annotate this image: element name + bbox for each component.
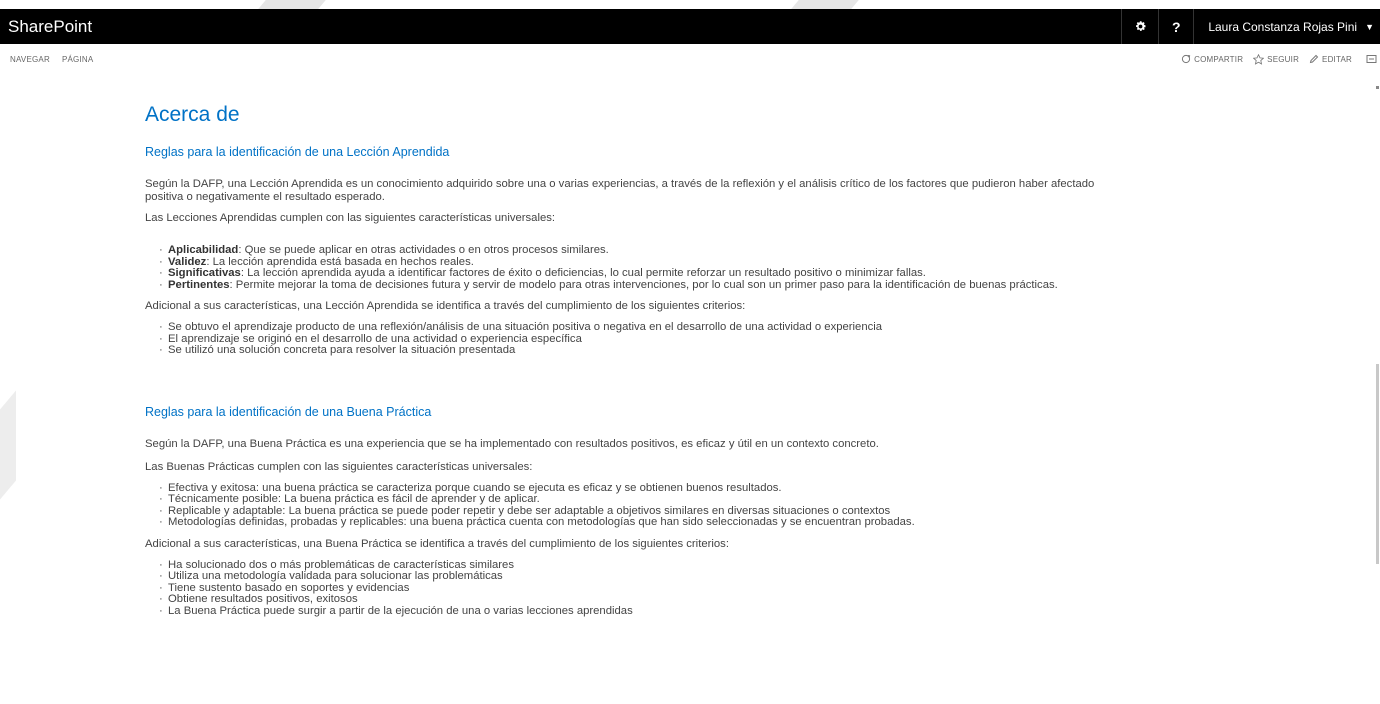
edit-label: EDITAR xyxy=(1322,54,1352,64)
list-item: Se utilizó una solución concreta para re… xyxy=(159,344,1225,357)
practices-characteristics-intro: Las Buenas Prácticas cumplen con las sig… xyxy=(145,460,533,473)
tab-navegar[interactable]: NAVEGAR xyxy=(10,55,50,64)
user-menu[interactable]: Laura Constanza Rojas Pini ▼ xyxy=(1193,9,1380,44)
focus-icon xyxy=(1366,55,1377,63)
ribbon-actions: COMPARTIR SEGUIR EDITAR xyxy=(1171,44,1380,74)
decorative-stripe xyxy=(258,0,326,9)
practices-heading: Reglas para la identificación de una Bue… xyxy=(145,404,432,419)
share-button[interactable]: COMPARTIR xyxy=(1181,54,1243,64)
page-title: Acerca de xyxy=(145,103,240,126)
lessons-characteristics-list: Aplicabilidad: Que se puede aplicar en o… xyxy=(145,244,1225,292)
list-item: Técnicamente posible: La buena práctica … xyxy=(159,493,1225,506)
top-decoration xyxy=(0,0,1380,9)
star-icon xyxy=(1253,53,1265,65)
decorative-stripe xyxy=(0,390,16,500)
list-item: Pertinentes: Permite mejorar la toma de … xyxy=(159,279,1225,292)
follow-button[interactable]: SEGUIR xyxy=(1253,53,1300,65)
help-button[interactable]: ? xyxy=(1158,9,1193,44)
practices-criteria-list: Ha solucionado dos o más problemáticas d… xyxy=(145,559,1225,618)
settings-button[interactable] xyxy=(1121,9,1158,44)
lessons-characteristics-intro: Las Lecciones Aprendidas cumplen con las… xyxy=(145,212,556,224)
lessons-heading: Reglas para la identificación de una Lec… xyxy=(145,145,450,159)
chevron-down-icon: ▼ xyxy=(1365,21,1374,32)
scroll-up-arrow[interactable] xyxy=(1376,86,1379,89)
follow-label: SEGUIR xyxy=(1267,54,1300,64)
ribbon-bar: NAVEGAR PÁGINA COMPARTIR SEGUIR EDITAR xyxy=(0,44,1380,74)
practices-criteria-intro: Adicional a sus características, una Bue… xyxy=(145,537,729,550)
list-item: La Buena Práctica puede surgir a partir … xyxy=(159,605,1225,618)
user-name: Laura Constanza Rojas Pini xyxy=(1208,19,1358,34)
list-item: Utiliza una metodología validada para so… xyxy=(159,570,1225,583)
share-icon xyxy=(1182,54,1191,64)
tab-pagina[interactable]: PÁGINA xyxy=(62,55,93,64)
pencil-icon xyxy=(1309,54,1319,64)
lessons-intro: Según la DAFP, una Lección Aprendida es … xyxy=(145,178,1095,203)
help-icon: ? xyxy=(1172,18,1181,35)
suite-bar: SharePoint ? Laura Constanza Rojas Pini … xyxy=(0,9,1380,44)
scrollbar-thumb[interactable] xyxy=(1376,364,1379,564)
share-label: COMPARTIR xyxy=(1194,54,1244,64)
focus-button[interactable] xyxy=(1366,54,1380,64)
list-item: Se obtuvo el aprendizaje producto de una… xyxy=(159,321,1225,334)
gear-icon xyxy=(1135,21,1146,31)
brand-title[interactable]: SharePoint xyxy=(8,17,92,37)
decorative-stripe xyxy=(791,0,859,9)
list-item: Obtiene resultados positivos, exitosos xyxy=(159,593,1225,606)
practices-characteristics-list: Efectiva y exitosa: una buena práctica s… xyxy=(145,482,1225,529)
page-content: Acerca de Reglas para la identificación … xyxy=(145,100,1225,617)
practices-intro: Según la DAFP, una Buena Práctica es una… xyxy=(145,437,879,450)
lessons-criteria-list: Se obtuvo el aprendizaje producto de una… xyxy=(145,321,1225,357)
vertical-scrollbar[interactable] xyxy=(1374,74,1380,704)
lessons-criteria-intro: Adicional a sus características, una Lec… xyxy=(145,300,746,312)
list-item: Metodologías definidas, probadas y repli… xyxy=(159,516,1225,529)
edit-button[interactable]: EDITAR xyxy=(1309,54,1352,64)
